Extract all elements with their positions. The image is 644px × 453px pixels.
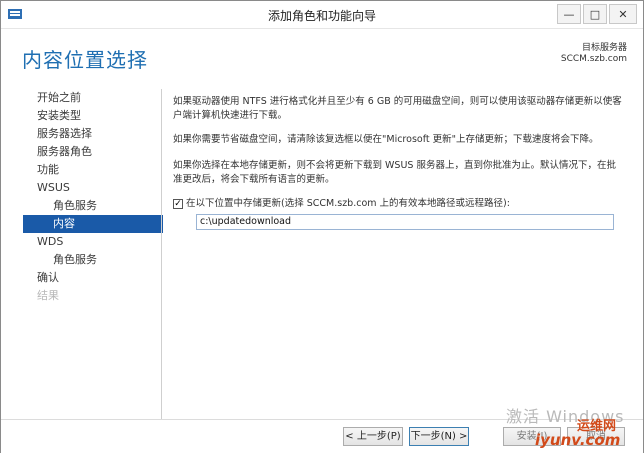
destination-server-name: SCCM.szb.com: [560, 54, 627, 64]
description-ntfs: 如果驱动器使用 NTFS 进行格式化并且至少有 6 GB 的可用磁盘空间，则可以…: [173, 96, 622, 121]
window-title: 添加角色和功能向导: [267, 9, 376, 23]
nav-item-confirmation[interactable]: 确认: [23, 269, 163, 287]
nav-item-installation-type[interactable]: 安装类型: [23, 107, 163, 125]
nav-item-wsus-content[interactable]: 内容: [23, 215, 163, 233]
wizard-window: 添加角色和功能向导 — □ ✕ 内容位置选择 目标服务器 SCCM.szb.co…: [0, 0, 644, 453]
sidebar-divider: [161, 89, 162, 419]
next-button[interactable]: 下一步(N) >: [409, 427, 469, 446]
wizard-steps-nav: 开始之前 安装类型 服务器选择 服务器角色 功能 WSUS 角色服务 内容 WD…: [23, 89, 163, 305]
description-local-storage: 如果你选择在本地存储更新，则不会将更新下载到 WSUS 服务器上，直到你批准为止…: [173, 160, 616, 185]
store-updates-label[interactable]: 在以下位置中存储更新(选择 SCCM.szb.com 上的有效本地路径或远程路径…: [186, 197, 510, 211]
description-disk-space: 如果你需要节省磁盘空间，请清除该复选框以便在"Microsoft 更新"上存储更…: [173, 134, 599, 145]
previous-button[interactable]: < 上一步(P): [343, 427, 403, 446]
window-controls: — □ ✕: [557, 4, 637, 24]
maximize-button[interactable]: □: [583, 4, 607, 24]
nav-item-before-you-begin[interactable]: 开始之前: [23, 89, 163, 107]
content-panel: 如果驱动器使用 NTFS 进行格式化并且至少有 6 GB 的可用磁盘空间，则可以…: [173, 95, 623, 230]
wizard-header: 内容位置选择 目标服务器 SCCM.szb.com: [1, 29, 643, 81]
update-path-input[interactable]: c:\updatedownload: [196, 214, 614, 230]
destination-server: 目标服务器 SCCM.szb.com: [561, 43, 627, 65]
page-title: 内容位置选择: [22, 48, 148, 72]
nav-item-features[interactable]: 功能: [23, 161, 163, 179]
title-bar: 添加角色和功能向导 — □ ✕: [1, 1, 643, 29]
nav-item-wsus-role-services[interactable]: 角色服务: [23, 197, 163, 215]
nav-item-server-roles[interactable]: 服务器角色: [23, 143, 163, 161]
nav-item-wds-role-services[interactable]: 角色服务: [23, 251, 163, 269]
minimize-button[interactable]: —: [557, 4, 581, 24]
nav-item-server-selection[interactable]: 服务器选择: [23, 125, 163, 143]
store-updates-option[interactable]: ✓ 在以下位置中存储更新(选择 SCCM.szb.com 上的有效本地路径或远程…: [173, 197, 623, 211]
nav-item-wds[interactable]: WDS: [23, 233, 163, 251]
nav-item-wsus[interactable]: WSUS: [23, 179, 163, 197]
nav-item-results: 结果: [37, 289, 59, 302]
destination-server-label: 目标服务器: [581, 43, 627, 53]
site-logo: 运维网 iyunv.com: [529, 415, 641, 451]
close-button[interactable]: ✕: [609, 4, 637, 24]
site-logo-url: iyunv.com: [535, 431, 621, 449]
store-updates-checkbox[interactable]: ✓: [173, 199, 183, 209]
